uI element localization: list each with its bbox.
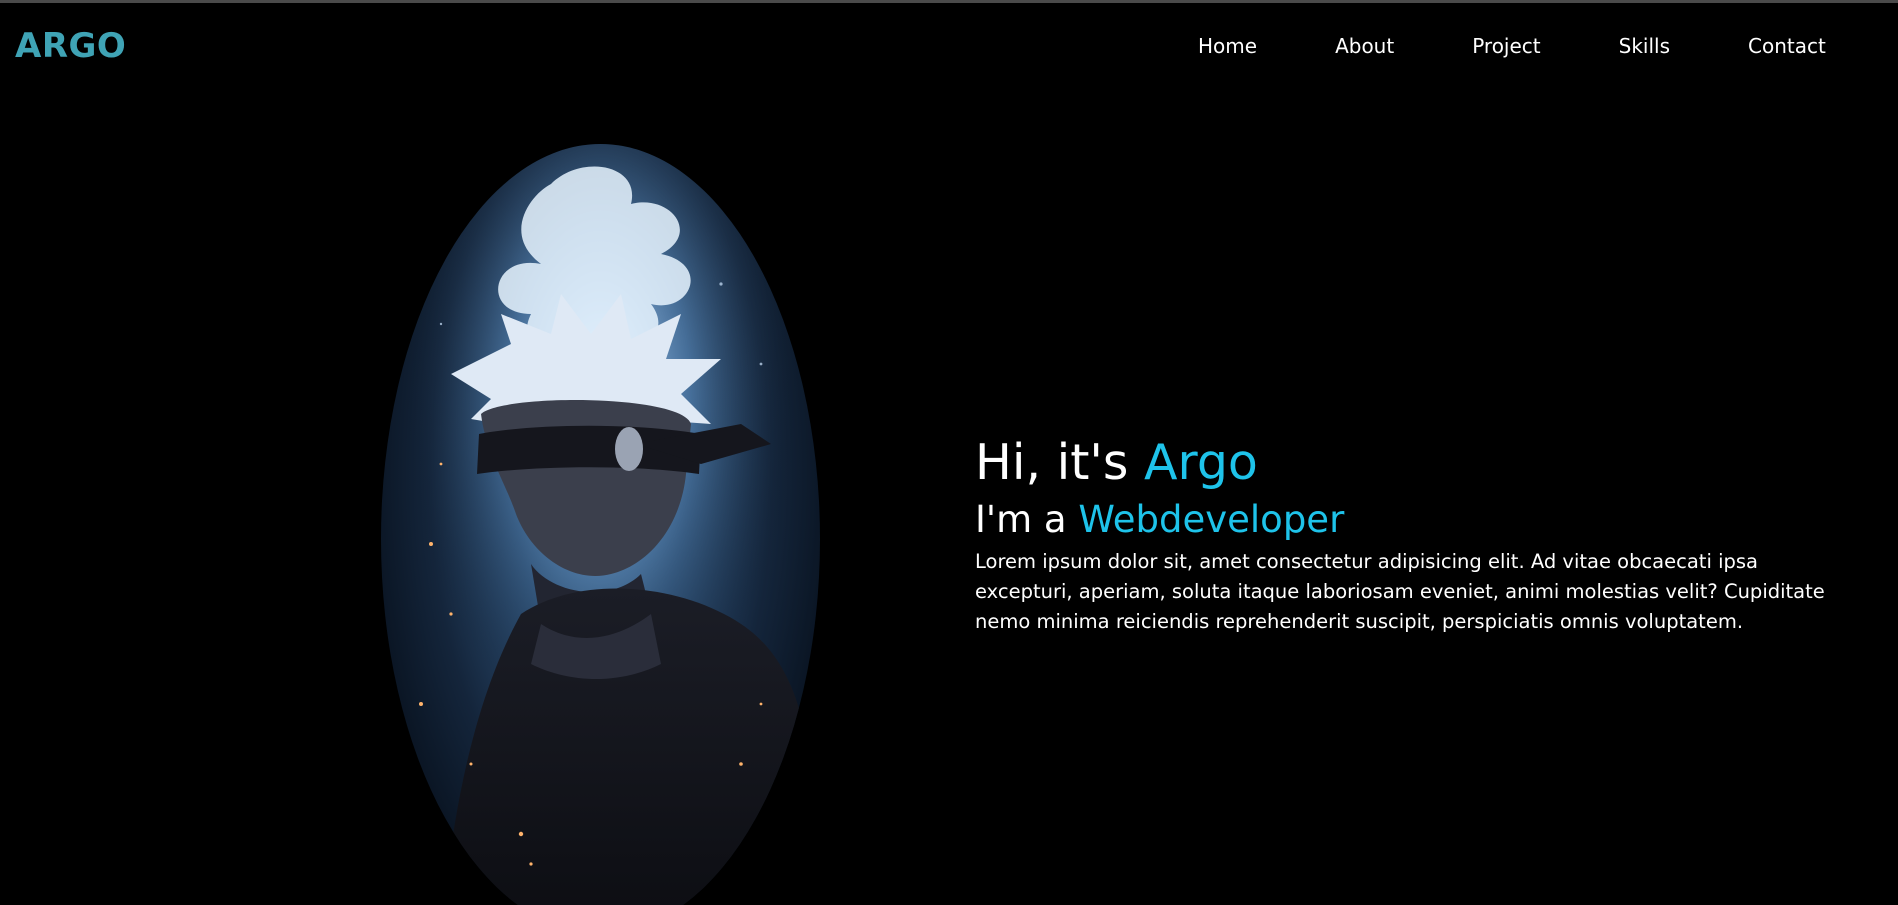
hero-greeting: Hi, it's (975, 434, 1145, 491)
nav-link-project[interactable]: Project (1472, 31, 1540, 61)
hero-role: Webdeveloper (1078, 498, 1345, 541)
nav-link-skills[interactable]: Skills (1619, 31, 1670, 61)
profile-portrait (381, 144, 820, 905)
nav-link-about[interactable]: About (1335, 31, 1394, 61)
hero-section: Hi, it's Argo I'm a Webdeveloper Lorem i… (975, 431, 1835, 637)
main-nav: Home About Project Skills Contact (1198, 31, 1826, 61)
hero-description: Lorem ipsum dolor sit, amet consectetur … (975, 550, 1825, 633)
hero-subtitle: I'm a Webdeveloper (975, 495, 1835, 545)
hero-title: Hi, it's Argo (975, 431, 1835, 495)
nav-link-home[interactable]: Home (1198, 31, 1257, 61)
hero-role-prefix: I'm a (975, 498, 1079, 541)
window-top-border (0, 0, 1898, 3)
brand-logo[interactable]: ARGO (15, 24, 126, 68)
hero-name: Argo (1144, 434, 1258, 491)
nav-link-contact[interactable]: Contact (1748, 31, 1826, 61)
portrait-illustration-icon (381, 144, 820, 905)
